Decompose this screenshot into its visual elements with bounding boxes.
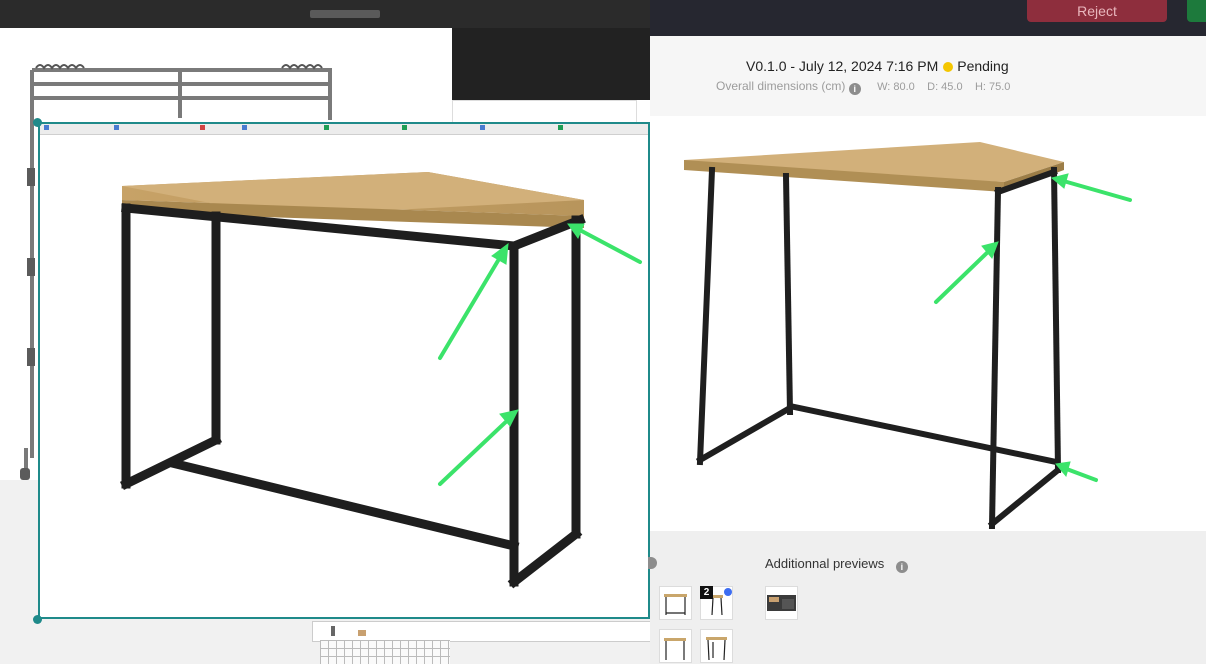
thumbnail-desk-icon <box>706 637 727 661</box>
thumbnail-image[interactable] <box>700 629 733 663</box>
background-dark-strip <box>452 28 650 100</box>
dimensions-label: Overall dimensions (cm) <box>716 79 846 93</box>
background-secondary-page <box>452 100 637 124</box>
status-label: Pending <box>957 58 1009 74</box>
thumbnail-count-badge: 2 <box>700 586 713 599</box>
main-preview-image <box>650 116 1206 531</box>
height-value: H: 75.0 <box>974 81 1011 93</box>
additional-previews-text: Additionnal previews <box>765 556 885 571</box>
version-header <box>650 36 1206 116</box>
left-window-topbar <box>0 0 650 28</box>
desk-render-preview <box>684 142 1132 530</box>
additional-preview-thumbnail[interactable] <box>765 586 798 620</box>
version-info: V0.1.0 - July 12, 2024 7:16 PM Pending <box>746 58 1009 74</box>
info-icon[interactable]: i <box>848 83 861 95</box>
width-value: W: 80.0 <box>877 81 915 93</box>
status-dot-icon <box>943 62 954 72</box>
reject-button[interactable]: Reject <box>1027 0 1167 22</box>
toolbar-chip <box>358 630 366 636</box>
overall-dimensions: Overall dimensions (cm) i W: 80.0 D: 45.… <box>716 79 1010 95</box>
version-text: V0.1.0 - July 12, 2024 7:16 PM <box>746 58 939 74</box>
thumbnail-desk-icon <box>664 594 687 615</box>
background-grid-sheet <box>320 640 450 664</box>
thumbnail-desk-icon <box>664 638 686 660</box>
background-bottom-toolbar <box>312 621 652 642</box>
desk-render-annotated <box>119 172 642 589</box>
resize-handle[interactable] <box>33 615 42 624</box>
info-icon[interactable]: i <box>895 561 908 573</box>
thumbnail-image <box>767 595 796 611</box>
thumbnail-image[interactable] <box>659 586 692 620</box>
depth-value: D: 45.0 <box>927 81 963 93</box>
resize-handle[interactable] <box>33 118 42 127</box>
previews-section <box>650 531 1206 664</box>
topbar-title-fragment <box>310 10 380 18</box>
approve-button[interactable] <box>1187 0 1206 22</box>
new-indicator-dot <box>724 588 732 596</box>
toolbar-chip <box>331 626 335 636</box>
thumbnail-image[interactable] <box>659 629 692 663</box>
annotation-overlay-window[interactable] <box>38 122 650 619</box>
additional-previews-label: Additionnal previews i <box>765 556 908 573</box>
